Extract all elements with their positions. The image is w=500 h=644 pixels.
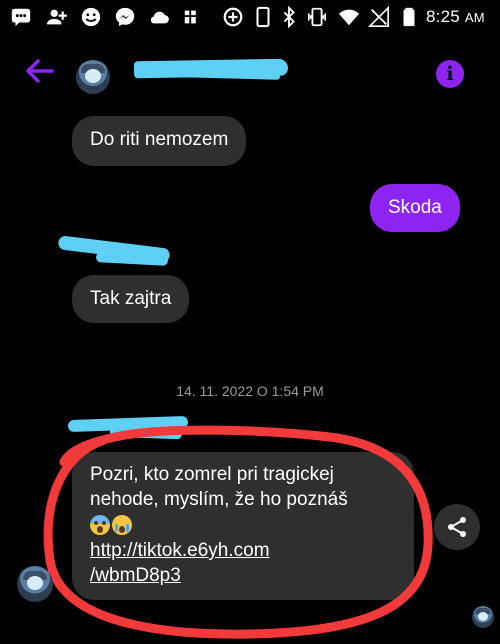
loudly-crying-face-icon — [112, 515, 132, 535]
message-link[interactable]: /wbmD8p3 — [90, 563, 396, 588]
add-person-icon — [46, 6, 68, 28]
face-screaming-in-fear-icon — [90, 515, 110, 535]
sender-avatar[interactable] — [17, 566, 53, 602]
wifi-icon — [338, 6, 360, 28]
phone-icon — [252, 6, 274, 28]
share-icon — [448, 517, 466, 537]
emoji-row — [90, 512, 396, 538]
message-link[interactable]: http://tiktok.e6yh.com — [90, 538, 396, 563]
share-button[interactable] — [434, 504, 480, 550]
smiley-icon — [80, 6, 102, 28]
read-receipt-avatar — [472, 606, 494, 628]
chat-bubble-dots-icon — [10, 6, 32, 28]
clock: 8:25 AM — [426, 7, 485, 26]
bluetooth-icon — [278, 6, 300, 28]
conversation-header: i — [0, 42, 500, 106]
message-bubble-incoming[interactable]: Do riti nemozem — [72, 116, 247, 166]
photo-icon — [182, 6, 204, 28]
arrow-left-icon[interactable] — [22, 56, 56, 86]
message-bubble-outgoing[interactable]: Skoda — [370, 184, 460, 232]
cloud-icon — [148, 6, 170, 28]
messenger-icon — [114, 6, 136, 28]
status-bar: 8:25 AM — [0, 0, 500, 36]
message-text: Pozri, kto zomrel pri tragickej — [90, 464, 334, 485]
vibrate-icon — [306, 6, 328, 28]
sender-name-redaction — [109, 426, 183, 440]
message-timestamp: 14. 11. 2022 O 1:54 PM — [176, 383, 324, 399]
message-text: nehode, myslím, že ho poznáš — [90, 489, 348, 510]
contact-avatar[interactable] — [76, 60, 110, 94]
message-bubble-incoming[interactable]: Tak zajtra — [72, 275, 190, 323]
data-saver-icon — [222, 6, 244, 28]
no-signal-icon — [368, 6, 390, 28]
battery-icon — [398, 6, 420, 28]
message-bubble-incoming-link[interactable]: Pozri, kto zomrel pri tragickej nehode, … — [72, 452, 414, 600]
info-icon[interactable]: i — [436, 60, 464, 88]
